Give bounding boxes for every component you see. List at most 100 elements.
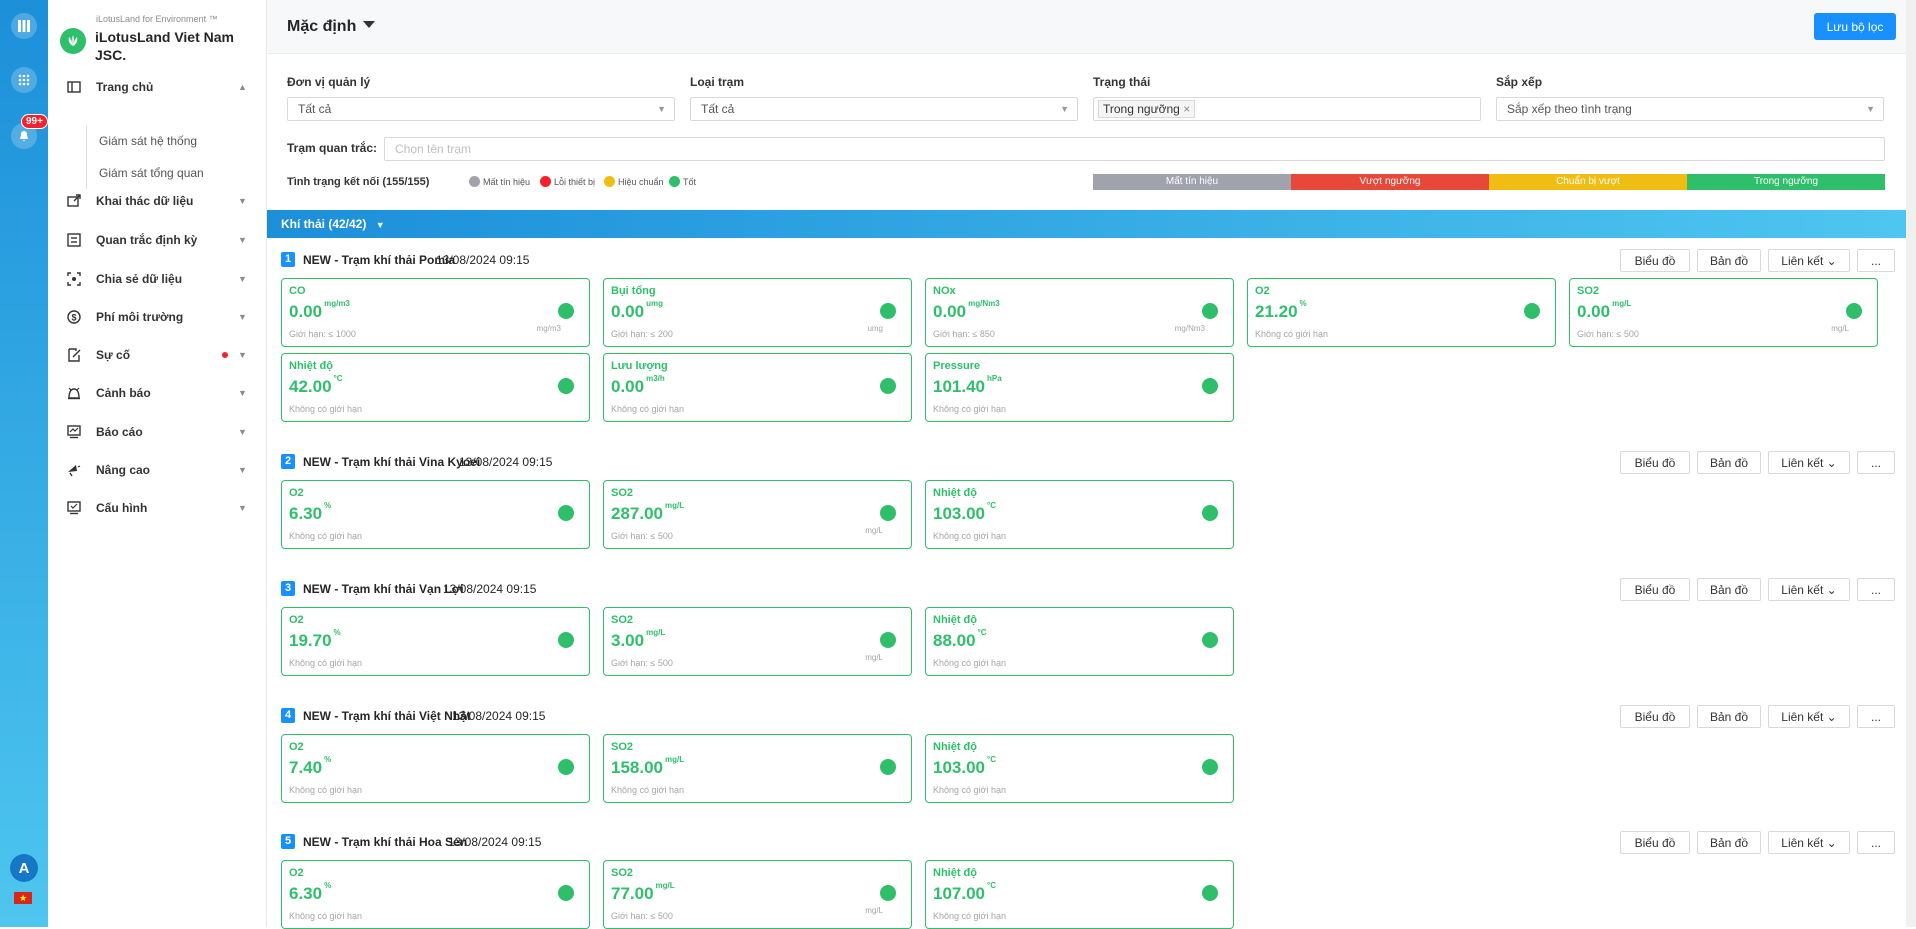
more-button[interactable]: ... <box>1857 249 1895 272</box>
parameter-value: 103.00 °C <box>933 501 996 524</box>
parameter-card[interactable]: SO2 77.00 mg/L Giới hạn: ≤ 500 mg/L <box>603 860 912 929</box>
link-button[interactable]: Liên kết ⌄ <box>1768 831 1850 854</box>
sidebar-item-report[interactable]: Báo cáo ▼ <box>48 417 267 447</box>
data-mining-icon <box>66 193 82 209</box>
link-button[interactable]: Liên kết ⌄ <box>1768 249 1850 272</box>
map-button[interactable]: Bản đồ <box>1697 578 1761 601</box>
submenu-item-system-monitor[interactable]: Giám sát hệ thống <box>87 125 256 157</box>
parameter-card[interactable]: O2 21.20% Không có giới hạn <box>1247 278 1556 347</box>
parameter-card[interactable]: O2 7.40% Không có giới hạn <box>281 734 590 803</box>
parameter-card[interactable]: Nhiệt độ 103.00 °C Không có giới hạn <box>925 734 1234 803</box>
parameter-card[interactable]: Pressure 101.40 hPa Không có giới hạn <box>925 353 1234 422</box>
link-button[interactable]: Liên kết ⌄ <box>1768 451 1850 474</box>
sidebar-item-advanced[interactable]: Nâng cao ▼ <box>48 455 267 485</box>
map-button[interactable]: Bản đồ <box>1697 705 1761 728</box>
status-bar-segment[interactable]: Trong ngưỡng <box>1687 174 1885 190</box>
unit-select[interactable]: Tất cả ▼ <box>287 97 675 121</box>
map-button[interactable]: Bản đồ <box>1697 451 1761 474</box>
apps-grid-icon[interactable] <box>11 67 37 93</box>
parameter-card[interactable]: SO2 287.00 mg/L Giới hạn: ≤ 500 mg/L <box>603 480 912 549</box>
notification-badge: 99+ <box>21 114 48 129</box>
parameter-name: Nhiệt độ <box>933 867 977 879</box>
parameter-card[interactable]: CO 0.00 mg/m3 Giới hạn: ≤ 1000 mg/m3 <box>281 278 590 347</box>
link-button[interactable]: Liên kết ⌄ <box>1768 578 1850 601</box>
parameter-card[interactable]: O2 19.70% Không có giới hạn <box>281 607 590 676</box>
more-button[interactable]: ... <box>1857 578 1895 601</box>
page-title[interactable]: Mặc định <box>287 18 356 36</box>
parameter-value-number: 101.40 <box>933 377 985 396</box>
station-name[interactable]: NEW - Trạm khí thải Pomia <box>303 253 455 267</box>
station-block: 5 NEW - Trạm khí thải Hoa Sen 13/08/2024 0… <box>281 831 1901 929</box>
chart-button[interactable]: Biểu đồ <box>1620 705 1690 728</box>
status-bar-segment[interactable]: Chuẩn bị vượt <box>1489 174 1687 190</box>
chevron-down-icon: ▼ <box>238 427 247 437</box>
parameter-value: 103.00 °C <box>933 755 996 778</box>
sidebar-item-config[interactable]: Cấu hình ▼ <box>48 493 267 523</box>
parameter-value-number: 158.00 <box>611 758 663 777</box>
parameter-card[interactable]: SO2 0.00 mg/L Giới hạn: ≤ 500 mg/L <box>1569 278 1878 347</box>
parameter-card[interactable]: NOx 0.00 mg/Nm3 Giới hạn: ≤ 850 mg/Nm3 <box>925 278 1234 347</box>
parameter-card[interactable]: SO2 3.00 mg/L Giới hạn: ≤ 500 mg/L <box>603 607 912 676</box>
parameter-value: 0.00 mg/m3 <box>289 299 350 322</box>
parameter-value: 6.30% <box>289 881 332 904</box>
sidebar-item-fee[interactable]: $ Phí môi trường ▼ <box>48 302 267 332</box>
status-bar-segment[interactable]: Vượt ngưỡng <box>1291 174 1489 190</box>
sidebar-item-periodic[interactable]: Quan trắc định kỳ ▼ <box>48 225 267 255</box>
status-bar-segment[interactable]: Mất tín hiệu <box>1093 174 1291 190</box>
parameter-card[interactable]: Nhiệt độ 88.00 °C Không có giới hạn <box>925 607 1234 676</box>
station-name[interactable]: NEW - Trạm khí thải Vạn Lợi <box>303 582 464 596</box>
sort-select[interactable]: Sắp xếp theo tình trạng ▼ <box>1496 97 1884 121</box>
sidebar-item-label: Báo cáo <box>96 425 143 439</box>
more-button[interactable]: ... <box>1857 705 1895 728</box>
parameter-unit: umg <box>646 299 663 308</box>
parameter-card[interactable]: O2 6.30% Không có giới hạn <box>281 480 590 549</box>
parameter-value-number: 7.40 <box>289 758 323 777</box>
app-logo-icon[interactable] <box>11 13 37 39</box>
submenu-item-overview-monitor[interactable]: Giám sát tổng quan <box>87 157 256 189</box>
save-filter-button[interactable]: Lưu bộ lọc <box>1814 13 1896 40</box>
parameter-card[interactable]: O2 6.30% Không có giới hạn <box>281 860 590 929</box>
parameter-card[interactable]: Nhiệt độ 42.00 °C Không có giới hạn <box>281 353 590 422</box>
group-header-khi-thai[interactable]: Khí thải (42/42) ▼ <box>267 210 1906 238</box>
language-flag-icon[interactable]: ★ <box>14 892 32 904</box>
link-button[interactable]: Liên kết ⌄ <box>1768 705 1850 728</box>
station-name[interactable]: NEW - Trạm khí thải Hoa Sen <box>303 835 467 849</box>
parameter-value: 19.70% <box>289 628 341 651</box>
type-select[interactable]: Tất cả ▼ <box>690 97 1078 121</box>
scrollbar[interactable] <box>1906 0 1916 927</box>
more-button[interactable]: ... <box>1857 451 1895 474</box>
parameter-card[interactable]: Nhiệt độ 103.00 °C Không có giới hạn <box>925 480 1234 549</box>
filter-preset-dropdown-icon[interactable] <box>363 21 375 28</box>
map-button[interactable]: Bản đồ <box>1697 831 1761 854</box>
chart-button[interactable]: Biểu đồ <box>1620 249 1690 272</box>
status-dot-icon <box>1202 885 1218 901</box>
parameter-unit: % <box>324 881 332 890</box>
legend-item: Mất tín hiệu <box>469 176 530 187</box>
sidebar-item-alarm[interactable]: Cảnh báo ▼ <box>48 378 267 408</box>
station-name[interactable]: NEW - Trạm khí thải Việt Nhật <box>303 709 471 723</box>
parameter-card[interactable]: Lưu lượng 0.00 m3/h Không có giới hạn <box>603 353 912 422</box>
parameter-card[interactable]: Nhiệt độ 107.00 °C Không có giới hạn <box>925 860 1234 929</box>
parameter-unit: % <box>324 755 332 764</box>
status-select[interactable]: Trong ngưỡng × <box>1093 97 1481 121</box>
map-button[interactable]: Bản đồ <box>1697 249 1761 272</box>
sidebar-item-share[interactable]: Chia sẻ dữ liệu ▼ <box>48 264 267 294</box>
status-dot-icon <box>880 303 896 319</box>
sidebar-item-data-mining[interactable]: Khai thác dữ liệu ▼ <box>48 186 267 216</box>
sidebar-item-home[interactable]: Trang chủ ▲ <box>48 72 267 102</box>
report-icon <box>66 424 82 440</box>
parameter-limit: Không có giới hạn <box>289 911 362 921</box>
parameter-card[interactable]: SO2 158.00 mg/L Không có giới hạn <box>603 734 912 803</box>
chart-button[interactable]: Biểu đồ <box>1620 578 1690 601</box>
chart-button[interactable]: Biểu đồ <box>1620 451 1690 474</box>
parameter-limit: Giới hạn: ≤ 500 <box>611 531 673 541</box>
user-avatar[interactable]: A <box>10 854 38 882</box>
station-select[interactable]: Chọn tên trạm <box>384 137 1885 161</box>
parameter-card[interactable]: Bụi tổng 0.00 umg Giới hạn: ≤ 200 umg <box>603 278 912 347</box>
tag-close-icon[interactable]: × <box>1183 102 1190 116</box>
station-name[interactable]: NEW - Trạm khí thải Vina Kyoei <box>303 455 480 469</box>
chevron-down-icon: ▼ <box>238 503 247 513</box>
sidebar-item-incident[interactable]: Sự cố ▼ <box>48 340 267 370</box>
more-button[interactable]: ... <box>1857 831 1895 854</box>
chart-button[interactable]: Biểu đồ <box>1620 831 1690 854</box>
